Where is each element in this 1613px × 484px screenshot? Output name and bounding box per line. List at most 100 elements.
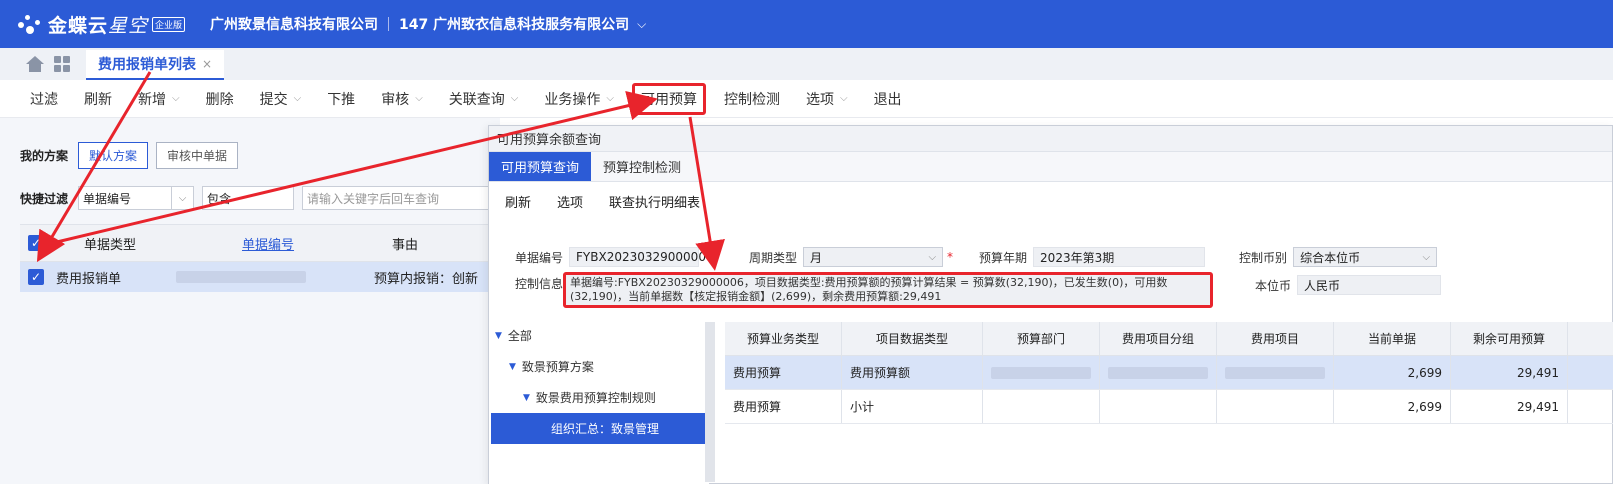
refresh-button[interactable]: 刷新 [84,89,112,109]
delete-button[interactable]: 删除 [206,89,234,109]
table-row[interactable]: 费用预算 小计 2,699 29,491 [725,390,1613,424]
form-row-1: 单据编号 FYBX20230329000006 周期类型 月 ⌵ * 预算年期 2… [515,247,1438,267]
list-panel: 我的方案 默认方案 审核中单据 快捷过滤 单据编号 ⌵ 包含 请输入关键字后回车查… [0,118,500,484]
tab-expense-list[interactable]: 费用报销单列表 × [86,50,225,80]
budget-period-label: 预算年期 [979,250,1028,265]
brand-name: 金蝶云星空 [48,14,149,37]
main-toolbar: 过滤 刷新 新增 ⌵ 删除 提交 ⌵ 下推 审核 ⌵ 关联查询 ⌵ 业务操作 ⌵ 可用预算… [0,80,1613,118]
period-type-label: 周期类型 [749,250,798,265]
close-icon[interactable]: × [202,57,212,71]
bill-no-label: 单据编号 [515,250,564,265]
audit-button[interactable]: 审核 ⌵ [381,89,423,109]
push-down-button[interactable]: 下推 [327,89,355,109]
col-expense-group[interactable]: 费用项目分组 [1100,322,1217,355]
budget-period-field[interactable]: 2023年第3期 [1033,247,1206,267]
tab-label: 费用报销单列表 [98,57,196,73]
expand-triangle-icon: ▼ [523,392,530,403]
filter-field-select[interactable]: 单据编号 ⌵ [78,186,195,210]
select-all-checkbox[interactable]: ✓ [28,235,44,251]
available-budget-button[interactable]: 可用预算 [631,82,706,115]
org-chevron-down-icon[interactable]: ⌵ [637,17,646,32]
expand-triangle-icon: ▼ [509,361,516,372]
options-button[interactable]: 选项 ⌵ [806,89,848,109]
chevron-down-icon: ⌵ [171,187,193,209]
control-check-button[interactable]: 控制检测 [724,89,780,109]
filter-button[interactable]: 过滤 [30,89,58,109]
ctrl-info-label-row: 控制信息 [515,275,569,292]
required-marker: * [947,250,954,264]
col-dept[interactable]: 预算部门 [983,322,1100,355]
base-currency-label: 本位币 [1255,278,1292,293]
search-input[interactable]: 请输入关键字后回车查询 [302,186,493,210]
table-row[interactable]: ✓ 费用报销单 预算内报销：创新 [20,262,500,292]
brand-logo[interactable]: 金蝶云星空 企业版 [0,11,196,38]
budget-tree: ▼ 全部 ▼ 致景预算方案 ▼ 致景费用预算控制规则 组织汇总：致景管理 [489,320,709,484]
default-plan-button[interactable]: 默认方案 [78,142,149,169]
submit-button[interactable]: 提交 ⌵ [260,89,302,109]
col-bill-type[interactable]: 单据类型 [44,234,154,253]
bill-no-field[interactable]: FYBX20230329000006 [569,247,714,267]
base-currency-field[interactable]: 人民币 [1297,275,1442,295]
chevron-down-icon: ⌵ [606,93,614,104]
new-button[interactable]: 新增 ⌵ [138,89,180,109]
filter-operator-select[interactable]: 包含 [202,186,295,210]
cell-item-blurred [1217,356,1334,389]
base-currency-row: 本位币 人民币 [1255,275,1442,295]
table-row[interactable]: 费用预算 费用预算额 2,699 29,491 [725,356,1613,390]
budget-result-table: 预算业务类型 项目数据类型 预算部门 费用项目分组 费用项目 当前单据 剩余可用… [725,322,1613,424]
cell-current: 2,699 [1334,356,1451,389]
col-biz-type[interactable]: 预算业务类型 [725,322,842,355]
tab-bar: 费用报销单列表 × [0,48,1613,80]
col-remaining[interactable]: 剩余可用预算 [1451,322,1568,355]
home-icon[interactable] [26,56,44,72]
cell-group-blurred [1100,356,1217,389]
chevron-down-icon: ⌵ [415,93,423,104]
org-secondary[interactable]: 147 广州致衣信息科技服务有限公司 [399,14,629,34]
chevron-down-icon: ⌵ [172,93,180,104]
col-bill-no[interactable]: 单据编号 [154,234,354,253]
tree-node-rule[interactable]: ▼ 致景费用预算控制规则 [489,382,709,413]
apps-grid-icon[interactable] [54,56,70,72]
edition-badge: 企业版 [152,16,186,32]
cell-current: 2,699 [1334,390,1451,423]
ctrl-currency-label: 控制币别 [1239,250,1288,265]
dialog-options-button[interactable]: 选项 [557,192,583,211]
execution-detail-button[interactable]: 联查执行明细表 [609,192,700,211]
dialog-refresh-button[interactable]: 刷新 [505,192,531,211]
related-query-button[interactable]: 关联查询 ⌵ [449,89,519,109]
row-checkbox[interactable]: ✓ [28,269,44,285]
chevron-down-icon: ⌵ [1422,251,1431,263]
dialog-tabs: 可用预算查询 预算控制检测 [489,152,1612,182]
col-expense-item[interactable]: 费用项目 [1217,322,1334,355]
period-type-select[interactable]: 月 ⌵ [803,247,944,267]
org-primary[interactable]: 广州致景信息科技有限公司 [210,14,378,34]
dialog-actions: 刷新 选项 联查执行明细表 [489,182,1612,220]
tab-budget-control-check[interactable]: 预算控制检测 [591,152,693,181]
exit-button[interactable]: 退出 [874,89,902,109]
pending-audit-plan-button[interactable]: 审核中单据 [156,142,239,169]
tree-node-plan[interactable]: ▼ 致景预算方案 [489,351,709,382]
quick-filter-label: 快捷过滤 [20,191,69,206]
cell-dept-blurred [983,356,1100,389]
ctrl-info-label: 控制信息 [515,277,564,291]
cell-remaining: 29,491 [1451,356,1568,389]
cell-item [1217,390,1334,423]
chevron-down-icon: ⌵ [510,93,519,104]
col-data-type[interactable]: 项目数据类型 [842,322,983,355]
dialog-title: 可用预算余额查询 [489,126,1612,152]
tree-scrollbar[interactable] [705,322,715,482]
cell-data-type: 小计 [842,390,983,423]
tree-node-all[interactable]: ▼ 全部 [489,320,709,351]
cell-biz-type: 费用预算 [725,356,842,389]
row-reason: 预算内报销：创新 [374,271,479,287]
chevron-down-icon: ⌵ [928,251,937,263]
budget-balance-dialog: 可用预算余额查询 可用预算查询 预算控制检测 刷新 选项 联查执行明细表 单据编… [488,125,1613,484]
tab-available-budget[interactable]: 可用预算查询 [489,152,592,181]
ctrl-currency-select[interactable]: 综合本位币 ⌵ [1293,247,1438,267]
col-current-bill[interactable]: 当前单据 [1334,322,1451,355]
business-ops-button[interactable]: 业务操作 ⌵ [544,89,614,109]
col-reason[interactable]: 事由 [354,234,418,253]
cell-group [1100,390,1217,423]
org-divider [388,17,389,31]
tree-node-org-summary[interactable]: 组织汇总：致景管理 [491,413,705,444]
